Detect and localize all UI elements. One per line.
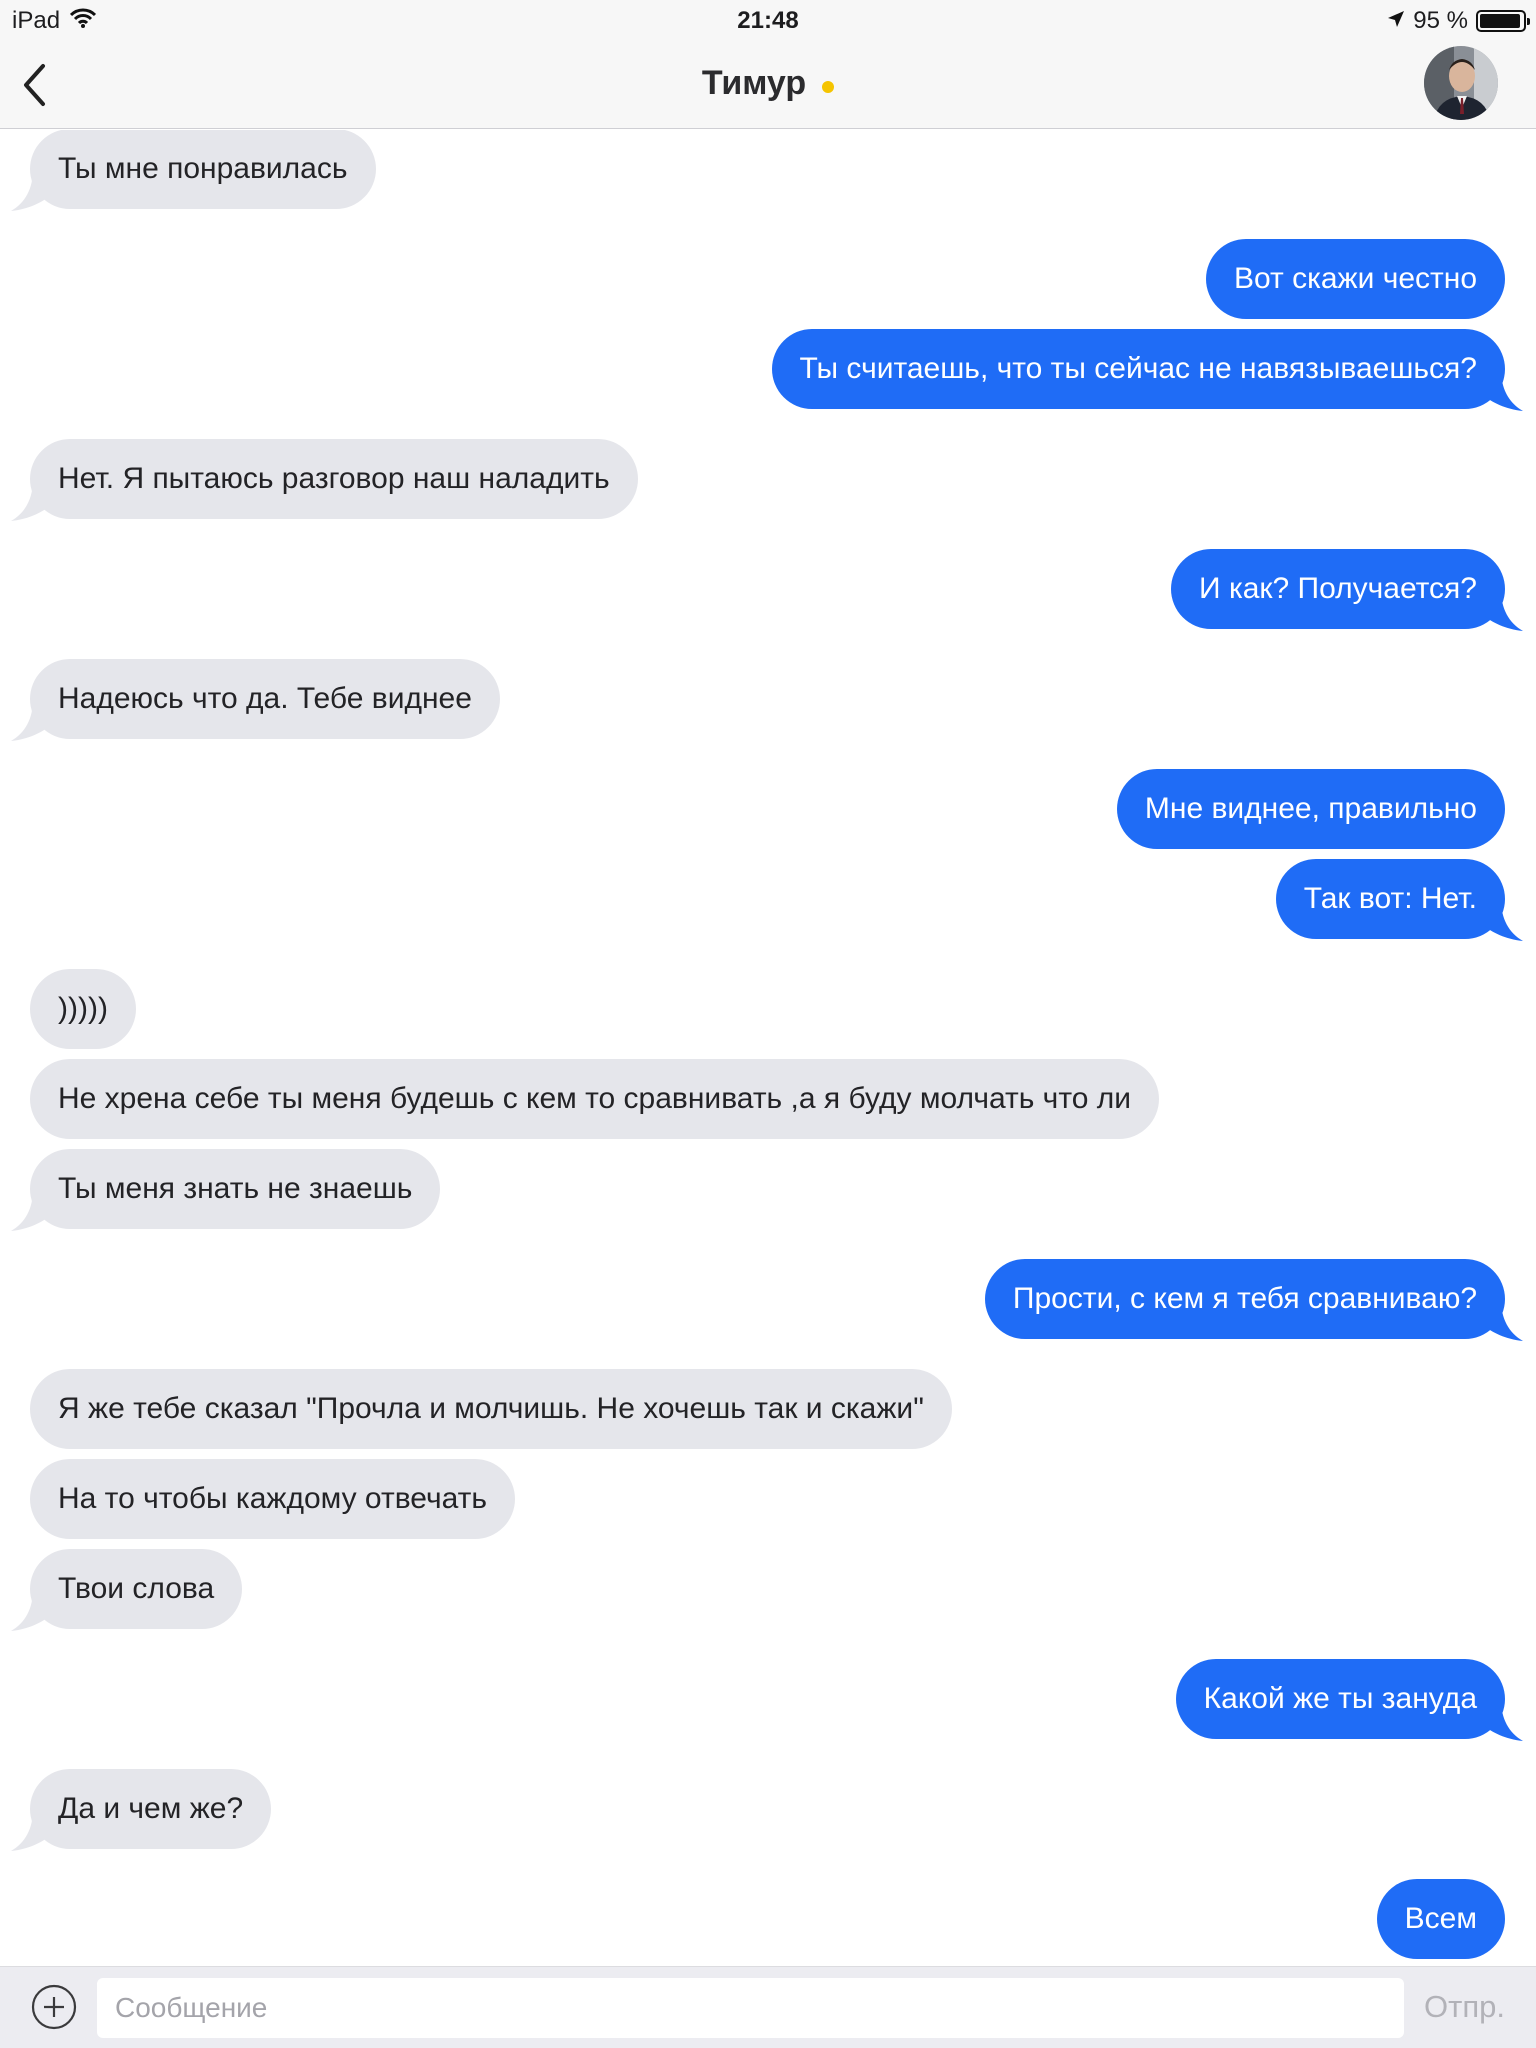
incoming-message[interactable]: Ты меня знать не знаешь [0, 1149, 1536, 1231]
clock: 21:48 [737, 7, 799, 34]
attach-button[interactable] [31, 1984, 77, 2030]
status-right: 95 % [1387, 7, 1530, 35]
contact-avatar-image [1424, 46, 1498, 120]
navigation-bar: Тимур [0, 40, 1536, 129]
message-bubble[interactable]: Какой же ты зануда [1175, 1659, 1505, 1739]
incoming-message[interactable]: Не хрена себе ты меня будешь с кем то ср… [0, 1059, 1536, 1139]
outgoing-message[interactable]: Всем [0, 1879, 1536, 1959]
incoming-message[interactable]: Я же тебе сказал "Прочла и молчишь. Не х… [0, 1369, 1536, 1449]
conversation-title: Тимур [0, 64, 1536, 103]
message-bubble[interactable]: Да и чем же? [30, 1769, 272, 1849]
outgoing-message[interactable]: Так вот: Нет. [0, 859, 1536, 941]
battery-icon [1476, 10, 1530, 32]
incoming-message[interactable]: Ты мне понравилась [0, 130, 1536, 211]
message-bubble[interactable]: И как? Получается? [1171, 549, 1505, 629]
outgoing-message[interactable]: Мне виднее, правильно [0, 769, 1536, 849]
outgoing-message[interactable]: Какой же ты зануда [0, 1659, 1536, 1741]
bubble-tail [1483, 369, 1523, 411]
message-list[interactable]: Ты мне понравилась Вот скажи честно Ты счи… [0, 130, 1536, 1965]
send-button[interactable]: Отпр. [1424, 1989, 1505, 2025]
bubble-tail [1483, 1699, 1523, 1741]
incoming-message[interactable]: Нет. Я пытаюсь разговор наш наладить [0, 439, 1536, 521]
battery-percent: 95 % [1413, 7, 1468, 34]
message-bubble[interactable]: Так вот: Нет. [1275, 859, 1505, 939]
outgoing-message[interactable]: И как? Получается? [0, 549, 1536, 631]
message-bubble[interactable]: ))))) [30, 969, 136, 1049]
message-bubble[interactable]: Ты мне понравилась [30, 130, 376, 209]
incoming-message[interactable]: Надеюсь что да. Тебе виднее [0, 659, 1536, 741]
outgoing-message[interactable]: Ты считаешь, что ты сейчас не навязываеш… [0, 329, 1536, 411]
message-bubble[interactable]: Мне виднее, правильно [1116, 769, 1505, 849]
message-bubble[interactable]: На то чтобы каждому отвечать [30, 1459, 516, 1539]
bubble-tail [1483, 1299, 1523, 1341]
contact-name: Тимур [701, 64, 807, 102]
incoming-message[interactable]: На то чтобы каждому отвечать [0, 1459, 1536, 1539]
message-bubble[interactable]: Твои слова [30, 1549, 243, 1629]
message-bubble[interactable]: Не хрена себе ты меня будешь с кем то ср… [30, 1059, 1159, 1139]
message-bubble[interactable]: Вот скажи честно [1205, 239, 1505, 319]
bubble-tail [11, 169, 51, 211]
online-status-dot [822, 80, 835, 93]
avatar[interactable] [1424, 46, 1498, 120]
composer-bar: Отпр. [0, 1966, 1536, 2048]
incoming-message[interactable]: Да и чем же? [0, 1769, 1536, 1851]
bubble-tail [11, 699, 51, 741]
bubble-tail [1483, 589, 1523, 631]
outgoing-message[interactable]: Прости, с кем я тебя сравниваю? [0, 1259, 1536, 1341]
message-bubble[interactable]: Нет. Я пытаюсь разговор наш наладить [30, 439, 638, 519]
message-bubble[interactable]: Прости, с кем я тебя сравниваю? [984, 1259, 1505, 1339]
message-bubble[interactable]: Всем [1376, 1879, 1505, 1959]
location-arrow-icon [1387, 7, 1405, 35]
incoming-message[interactable]: Твои слова [0, 1549, 1536, 1631]
bubble-tail [1483, 899, 1523, 941]
bubble-tail [11, 479, 51, 521]
message-bubble[interactable]: Ты меня знать не знаешь [30, 1149, 441, 1229]
outgoing-message[interactable]: Вот скажи честно [0, 239, 1536, 319]
plus-circle-icon [31, 1984, 77, 2030]
message-bubble[interactable]: Надеюсь что да. Тебе виднее [30, 659, 500, 739]
status-bar: iPad 21:48 95 % [0, 0, 1536, 40]
incoming-message[interactable]: ))))) [0, 969, 1536, 1049]
bubble-tail [11, 1809, 51, 1851]
message-bubble[interactable]: Я же тебе сказал "Прочла и молчишь. Не х… [30, 1369, 952, 1449]
message-bubble[interactable]: Ты считаешь, что ты сейчас не навязываеш… [771, 329, 1505, 409]
bubble-tail [11, 1589, 51, 1631]
bubble-tail [11, 1189, 51, 1231]
message-input[interactable] [97, 1978, 1404, 2038]
battery-level [1480, 14, 1520, 28]
